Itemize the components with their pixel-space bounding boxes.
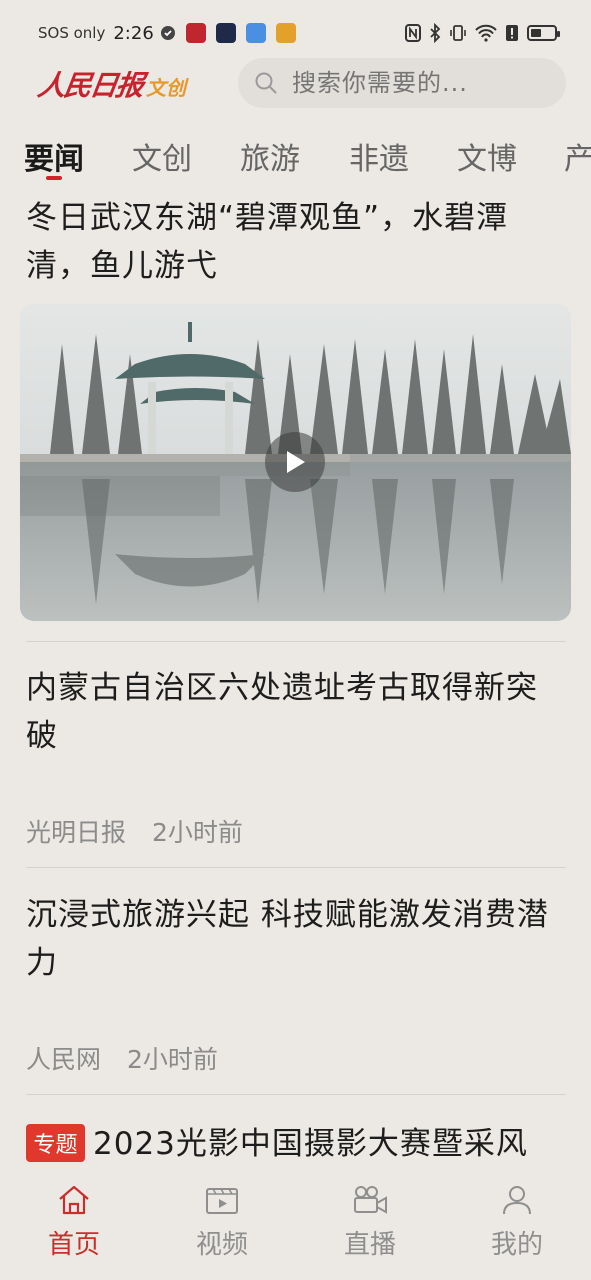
- tab-creative[interactable]: 文创: [132, 134, 192, 178]
- alert-icon: [506, 25, 518, 41]
- tab-industry[interactable]: 产: [564, 134, 591, 178]
- wifi-icon: [475, 24, 497, 42]
- nav-home[interactable]: 首页: [29, 1182, 119, 1261]
- vpn-icon: [160, 26, 175, 40]
- app-notification-icon: [215, 23, 236, 43]
- article-title[interactable]: 2023光影中国摄影大赛暨采风: [93, 1120, 573, 1168]
- nav-live[interactable]: 直播: [325, 1182, 415, 1261]
- play-button[interactable]: [265, 432, 325, 492]
- article-time: 2小时前: [152, 818, 243, 847]
- tab-travel[interactable]: 旅游: [240, 134, 300, 178]
- divider: [26, 1094, 566, 1095]
- camera-icon: [354, 1186, 387, 1214]
- article-title[interactable]: 冬日武汉东湖“碧潭观鱼”，水碧潭清，鱼儿游弋: [26, 194, 566, 290]
- nfc-icon: [405, 24, 421, 42]
- topic-badge: 专题: [26, 1124, 85, 1162]
- home-icon: [59, 1185, 89, 1215]
- nav-video-label: 视频: [195, 1230, 248, 1260]
- active-tab-indicator: [46, 176, 62, 180]
- person-icon: [503, 1186, 531, 1215]
- article-meta: 光明日报 2小时前: [26, 813, 243, 849]
- carrier-text: SOS only: [38, 24, 106, 42]
- logo-sub-text: 文创: [146, 76, 187, 100]
- app-logo[interactable]: 人民日报 文创: [35, 60, 187, 104]
- category-tabs: 要闻 文创 旅游 非遗 文博 产: [0, 134, 591, 190]
- nav-profile-label: 我的: [490, 1230, 543, 1260]
- article-source: 人民网: [26, 1045, 102, 1074]
- logo-main-text: 人民日报: [35, 69, 145, 102]
- bluetooth-icon: [430, 23, 441, 43]
- app-header: 人民日报 文创: [0, 56, 591, 112]
- tab-news[interactable]: 要闻: [24, 134, 84, 178]
- vibrate-icon: [450, 25, 466, 41]
- app-notification-icon: [185, 23, 206, 43]
- article-title[interactable]: 沉浸式旅游兴起 科技赋能激发消费潜力: [26, 891, 566, 987]
- article-title[interactable]: 内蒙古自治区六处遗址考古取得新突破: [26, 664, 566, 760]
- play-icon: [287, 451, 305, 473]
- divider: [26, 641, 566, 642]
- article-meta: 人民网 2小时前: [26, 1040, 218, 1076]
- app-notification-icon: [275, 23, 296, 43]
- clock: 2:26: [113, 22, 154, 44]
- tab-museum[interactable]: 文博: [457, 134, 517, 178]
- search-bar[interactable]: [238, 58, 566, 108]
- nav-video[interactable]: 视频: [177, 1182, 267, 1261]
- bottom-navigation: 首页 视频 直播 我的: [0, 1168, 591, 1280]
- battery-icon: [527, 25, 560, 41]
- divider: [26, 867, 566, 868]
- nav-home-label: 首页: [47, 1230, 100, 1260]
- video-icon: [206, 1188, 238, 1214]
- tab-heritage[interactable]: 非遗: [349, 134, 409, 178]
- nav-live-label: 直播: [343, 1230, 396, 1260]
- nav-profile[interactable]: 我的: [472, 1182, 562, 1261]
- app-notification-icon: [245, 23, 266, 43]
- search-icon: [255, 72, 277, 94]
- search-input[interactable]: [292, 69, 552, 97]
- article-time: 2小时前: [127, 1045, 218, 1074]
- article-source: 光明日报: [26, 818, 127, 847]
